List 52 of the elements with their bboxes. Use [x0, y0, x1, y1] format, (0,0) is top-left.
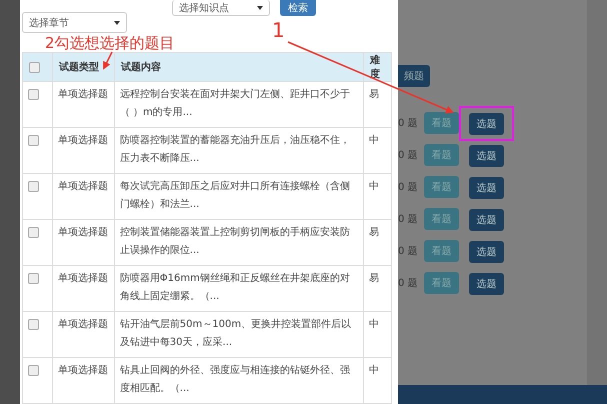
question-type: 单项选择题 — [58, 227, 108, 238]
difficulty: 中 — [368, 181, 379, 192]
row-checkbox[interactable] — [28, 365, 39, 376]
pick-button[interactable]: 选题 — [469, 272, 504, 294]
question-count: 0 题 — [398, 117, 419, 130]
pick-button[interactable]: 选题 — [469, 112, 504, 134]
question-content: 每次试完高压卸压之后应对井口所有连接螺栓（含侧门螺栓）和法兰... — [120, 181, 350, 210]
row-checkbox[interactable] — [28, 319, 39, 330]
question-type: 单项选择题 — [58, 135, 108, 146]
select-all-checkbox[interactable] — [29, 62, 40, 72]
question-type: 单项选择题 — [58, 319, 108, 330]
question-content: 防喷器用Φ16mm钢丝绳和正反螺丝在井架底座的对角线上固定绷紧。（... — [120, 273, 350, 302]
row-checkbox[interactable] — [28, 227, 39, 238]
row-checkbox[interactable] — [28, 273, 39, 284]
row-checkbox[interactable] — [28, 181, 39, 192]
question-count: 0 题 — [398, 181, 419, 194]
pick-button[interactable]: 选题 — [469, 240, 504, 262]
difficulty: 易 — [368, 273, 379, 284]
difficulty: 中 — [368, 135, 379, 146]
caret-icon — [114, 20, 120, 24]
difficulty: 中 — [368, 365, 379, 376]
chapter-select[interactable]: 选择章节 — [22, 12, 127, 33]
question-content: 防喷器控制装置的蓄能器充油升压后，油压稳不住，压力表不断降压... — [120, 135, 350, 164]
difficulty: 中 — [368, 319, 379, 330]
question-count: 0 题 — [398, 149, 419, 162]
question-type: 单项选择题 — [58, 181, 108, 192]
search-button[interactable]: 检索 — [280, 0, 316, 16]
question-count: 0 题 — [398, 213, 419, 226]
question-count: 0 题 — [398, 277, 419, 290]
caret-icon — [257, 6, 263, 10]
column-header: 试题类型 — [58, 62, 99, 73]
annotation-text: 2勾选想选择的题目 — [45, 34, 175, 53]
question-content: 钻具止回阀的外径、强度应与相连接的钻铤外径、强度相匹配。（... — [120, 365, 350, 394]
question-type: 单项选择题 — [58, 365, 108, 376]
difficulty: 易 — [368, 89, 379, 100]
difficulty: 易 — [368, 227, 379, 238]
question-type: 单项选择题 — [58, 273, 108, 284]
column-header: 试题内容 — [120, 62, 161, 73]
question-content: 远程控制台安装在面对井架大门左侧、距井口不少于（ ）m的专用... — [120, 89, 350, 118]
background-button[interactable]: 频题 — [398, 65, 430, 87]
knowledge-select[interactable]: 选择知识点 — [172, 0, 270, 16]
question-type: 单项选择题 — [58, 89, 108, 100]
pick-button[interactable]: 选题 — [469, 176, 504, 198]
row-checkbox[interactable] — [28, 89, 39, 100]
pick-button[interactable]: 选题 — [469, 208, 504, 230]
annotation-number: 1 — [272, 18, 285, 42]
question-count: 0 题 — [398, 245, 419, 258]
annotation-arrow — [103, 52, 113, 70]
row-checkbox[interactable] — [28, 135, 39, 146]
question-content: 钻开油气层前50m～100m、更换井控装置部件后以及钻进中每30天，应采... — [120, 319, 352, 348]
question-content: 控制装置储能器装置上控制剪切闸板的手柄应安装防止误操作的限位... — [120, 227, 350, 256]
pick-button[interactable]: 选题 — [469, 144, 504, 166]
